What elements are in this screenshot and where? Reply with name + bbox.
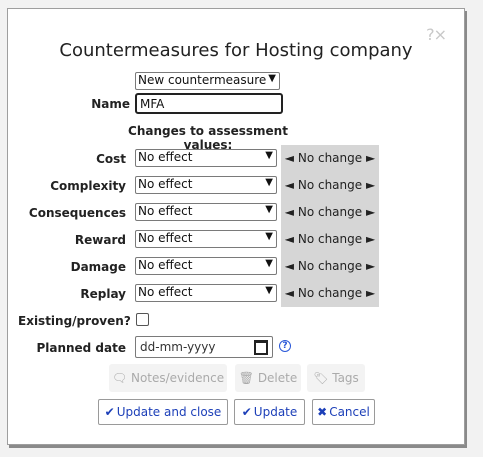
change-value: No change	[297, 205, 363, 219]
row-label-cost: Cost	[96, 152, 126, 166]
check-icon: ✔	[241, 405, 252, 419]
check-icon: ✔	[104, 405, 115, 419]
name-field[interactable]: MFA	[135, 93, 283, 114]
name-label: Name	[91, 97, 130, 111]
countermeasure-select-value: New countermeasure	[138, 73, 267, 87]
change-indicator-reward: ◄ No change ►	[281, 232, 379, 246]
trash-icon: 🗑	[238, 371, 254, 385]
decrease-arrow-icon[interactable]: ◄	[285, 259, 294, 273]
cost-select[interactable]: No effect ▼	[135, 149, 277, 167]
calendar-icon[interactable]	[254, 340, 268, 355]
increase-arrow-icon[interactable]: ►	[366, 178, 375, 192]
chevron-down-icon: ▼	[265, 231, 273, 242]
update-label: Update	[253, 405, 298, 419]
update-and-close-label: Update and close	[116, 405, 222, 419]
cancel-icon: ✖	[317, 405, 328, 419]
change-value: No change	[297, 232, 363, 246]
decrease-arrow-icon[interactable]: ◄	[285, 232, 294, 246]
help-icon[interactable]: ?	[279, 340, 291, 352]
increase-arrow-icon[interactable]: ►	[366, 151, 375, 165]
chevron-down-icon: ▼	[265, 150, 273, 161]
chevron-down-icon: ▼	[265, 177, 273, 188]
change-indicator-consequences: ◄ No change ►	[281, 205, 379, 219]
change-indicator-panel: ◄ No change ► ◄ No change ► ◄ No change …	[281, 145, 379, 307]
change-indicator-damage: ◄ No change ►	[281, 259, 379, 273]
existing-checkbox[interactable]	[136, 313, 149, 326]
row-label-replay: Replay	[80, 287, 126, 301]
tag-icon: 🏷	[313, 371, 329, 385]
notes-evidence-button[interactable]: 🗨 Notes/evidence	[109, 364, 227, 392]
countermeasures-dialog: ?× Countermeasures for Hosting company N…	[7, 8, 465, 445]
comment-icon: 🗨	[111, 371, 128, 385]
row-label-reward: Reward	[74, 233, 126, 247]
damage-select-value: No effect	[138, 258, 193, 272]
dialog-title: Countermeasures for Hosting company	[59, 40, 413, 61]
planned-date-label: Planned date	[36, 341, 126, 355]
update-and-close-button[interactable]: ✔ Update and close	[98, 399, 228, 425]
chevron-down-icon: ▼	[265, 258, 273, 269]
delete-button[interactable]: 🗑 Delete	[235, 364, 301, 392]
increase-arrow-icon[interactable]: ►	[366, 205, 375, 219]
chevron-down-icon: ▼	[268, 73, 276, 84]
consequences-select[interactable]: No effect ▼	[135, 203, 277, 221]
change-value: No change	[297, 151, 363, 165]
delete-label: Delete	[257, 371, 298, 385]
row-label-consequences: Consequences	[28, 206, 126, 220]
change-indicator-replay: ◄ No change ►	[281, 286, 379, 300]
consequences-select-value: No effect	[138, 204, 193, 218]
change-indicator-complexity: ◄ No change ►	[281, 178, 379, 192]
notes-label: Notes/evidence	[130, 371, 225, 385]
change-value: No change	[297, 259, 363, 273]
chevron-down-icon: ▼	[265, 204, 273, 215]
cancel-button[interactable]: ✖ Cancel	[312, 399, 375, 425]
complexity-select-value: No effect	[138, 177, 193, 191]
tags-label: Tags	[332, 371, 359, 385]
update-button[interactable]: ✔ Update	[234, 399, 305, 425]
row-label-damage: Damage	[70, 260, 126, 274]
planned-date-field[interactable]: dd-mm-yyyy	[135, 336, 273, 358]
change-indicator-cost: ◄ No change ►	[281, 151, 379, 165]
chevron-down-icon: ▼	[265, 285, 273, 296]
increase-arrow-icon[interactable]: ►	[366, 286, 375, 300]
increase-arrow-icon[interactable]: ►	[366, 232, 375, 246]
existing-label: Existing/proven?	[18, 314, 131, 328]
decrease-arrow-icon[interactable]: ◄	[285, 151, 294, 165]
change-value: No change	[297, 178, 363, 192]
replay-select[interactable]: No effect ▼	[135, 284, 277, 302]
increase-arrow-icon[interactable]: ►	[366, 259, 375, 273]
reward-select-value: No effect	[138, 231, 193, 245]
changes-heading: Changes to assessment values:	[128, 124, 288, 152]
change-value: No change	[297, 286, 363, 300]
damage-select[interactable]: No effect ▼	[135, 257, 277, 275]
cancel-label: Cancel	[329, 405, 370, 419]
replay-select-value: No effect	[138, 285, 193, 299]
decrease-arrow-icon[interactable]: ◄	[285, 178, 294, 192]
decrease-arrow-icon[interactable]: ◄	[285, 205, 294, 219]
row-label-complexity: Complexity	[50, 179, 126, 193]
decrease-arrow-icon[interactable]: ◄	[285, 286, 294, 300]
reward-select[interactable]: No effect ▼	[135, 230, 277, 248]
planned-date-placeholder: dd-mm-yyyy	[140, 340, 216, 354]
tags-button[interactable]: 🏷 Tags	[307, 364, 365, 392]
countermeasure-select[interactable]: New countermeasure ▼	[135, 72, 280, 90]
cost-select-value: No effect	[138, 150, 193, 164]
complexity-select[interactable]: No effect ▼	[135, 176, 277, 194]
